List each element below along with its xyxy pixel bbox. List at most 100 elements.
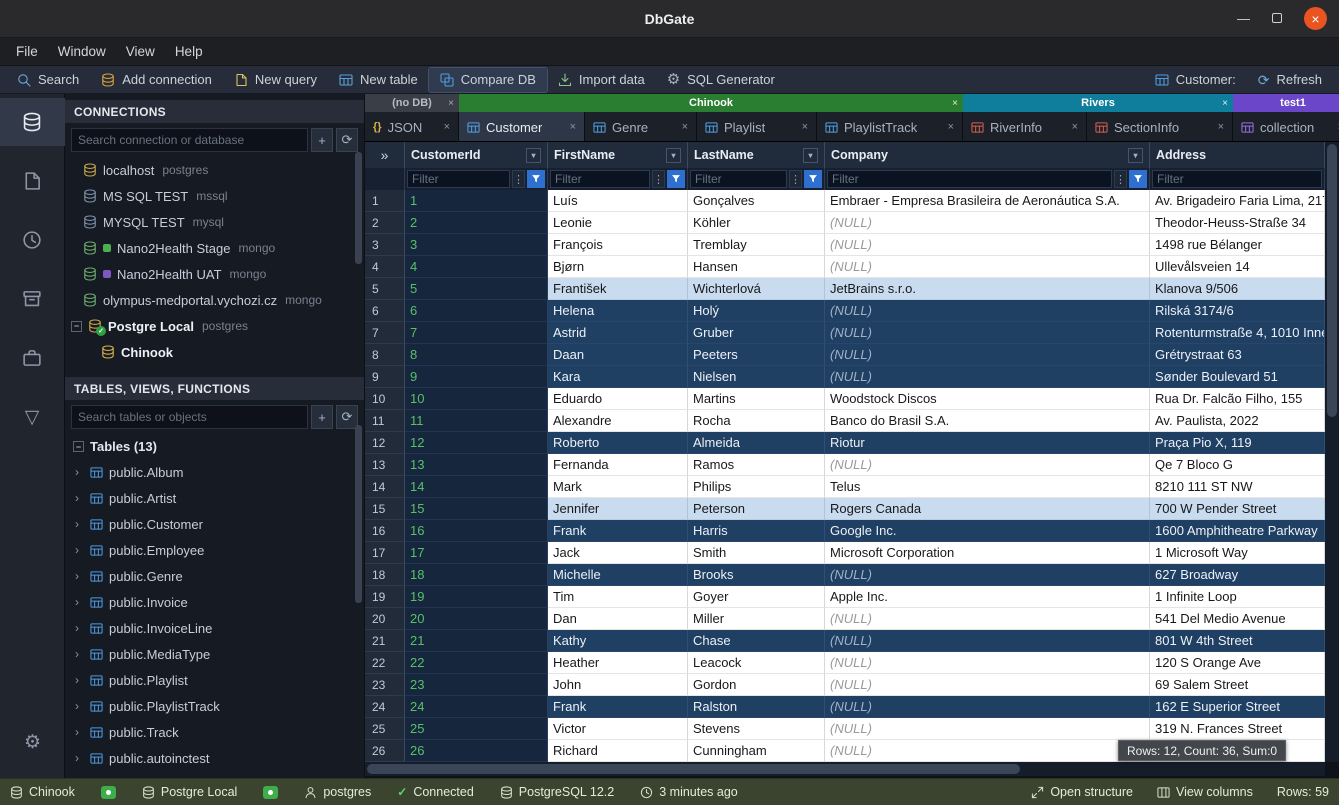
tabgroup-chinook[interactable]: Chinook×	[459, 94, 963, 112]
connection-item-ms-sql-test[interactable]: MS SQL TESTmssql	[65, 183, 364, 209]
table-item-public-employee[interactable]: ›public.Employee	[65, 537, 364, 563]
cell-customerid[interactable]: 1	[405, 190, 548, 212]
connection-item-olympus-medportal-vychozi-cz[interactable]: olympus-medportal.vychozi.czmongo	[65, 287, 364, 313]
cell-customerid[interactable]: 15	[405, 498, 548, 520]
toolbar-search[interactable]: Search	[6, 68, 90, 92]
cell-customerid[interactable]: 11	[405, 410, 548, 432]
cell-customerid[interactable]: 10	[405, 388, 548, 410]
cell-address[interactable]: Rilská 3174/6	[1150, 300, 1325, 322]
cell-lastname[interactable]: Martins	[688, 388, 825, 410]
row-number[interactable]: 13	[365, 454, 405, 476]
rail-query[interactable]: ▽	[0, 393, 65, 441]
rail-settings[interactable]: ⚙	[0, 718, 65, 766]
filter-funnel-button[interactable]	[1129, 170, 1147, 188]
cell-firstname[interactable]: John	[548, 674, 688, 696]
filter-menu-icon[interactable]: ⋮	[652, 170, 665, 188]
cell-address[interactable]: Praça Pio X, 119	[1150, 432, 1325, 454]
tab-genre[interactable]: Genre×	[585, 112, 697, 142]
cell-firstname[interactable]: Bjørn	[548, 256, 688, 278]
cell-lastname[interactable]: Holý	[688, 300, 825, 322]
cell-address[interactable]: Theodor-Heuss-Straße 34	[1150, 212, 1325, 234]
cell-firstname[interactable]: Mark	[548, 476, 688, 498]
cell-firstname[interactable]: Jennifer	[548, 498, 688, 520]
tab-collection[interactable]: collection×	[1233, 112, 1339, 142]
cell-address[interactable]: Av. Paulista, 2022	[1150, 410, 1325, 432]
database-item-chinook[interactable]: Chinook	[65, 339, 364, 365]
collapse-icon[interactable]: −	[71, 321, 82, 332]
cell-address[interactable]: Klanova 9/506	[1150, 278, 1325, 300]
close-icon[interactable]: ×	[1218, 121, 1224, 133]
filter-input-company[interactable]	[827, 170, 1112, 188]
cell-address[interactable]: 319 N. Frances Street	[1150, 718, 1325, 740]
cell-address[interactable]: 627 Broadway	[1150, 564, 1325, 586]
row-number[interactable]: 14	[365, 476, 405, 498]
filter-menu-icon[interactable]: ⋮	[789, 170, 802, 188]
cell-firstname[interactable]: Kara	[548, 366, 688, 388]
row-number[interactable]: 19	[365, 586, 405, 608]
filter-menu-icon[interactable]: ⋮	[512, 170, 525, 188]
horizontal-scrollbar[interactable]	[365, 762, 1325, 776]
minimize-button[interactable]: —	[1237, 11, 1250, 26]
connection-search-input[interactable]	[71, 128, 308, 152]
cell-firstname[interactable]: Astrid	[548, 322, 688, 344]
close-icon[interactable]: ×	[948, 121, 954, 133]
cell-firstname[interactable]: François	[548, 234, 688, 256]
cell-address[interactable]: 8210 111 ST NW	[1150, 476, 1325, 498]
cell-company[interactable]: (NULL)	[825, 256, 1150, 278]
rail-archive[interactable]	[0, 275, 65, 323]
row-number[interactable]: 24	[365, 696, 405, 718]
cell-address[interactable]: 1498 rue Bélanger	[1150, 234, 1325, 256]
table-item-public-genre[interactable]: ›public.Genre	[65, 563, 364, 589]
cell-lastname[interactable]: Wichterlová	[688, 278, 825, 300]
row-number[interactable]: 18	[365, 564, 405, 586]
table-item-public-mediatype[interactable]: ›public.MediaType	[65, 641, 364, 667]
toolbar-new-table[interactable]: New table	[328, 68, 429, 92]
table-item-public-invoiceline[interactable]: ›public.InvoiceLine	[65, 615, 364, 641]
cell-customerid[interactable]: 3	[405, 234, 548, 256]
rail-files[interactable]	[0, 157, 65, 205]
connection-item-localhost[interactable]: localhostpostgres	[65, 157, 364, 183]
cell-address[interactable]: Qe 7 Bloco G	[1150, 454, 1325, 476]
filter-input-customerid[interactable]	[407, 170, 510, 188]
cell-company[interactable]: (NULL)	[825, 300, 1150, 322]
toolbar-customer[interactable]: Customer:	[1144, 68, 1247, 92]
cell-lastname[interactable]: Brooks	[688, 564, 825, 586]
toolbar-compare-db[interactable]: Compare DB	[429, 68, 547, 92]
cell-lastname[interactable]: Harris	[688, 520, 825, 542]
cell-lastname[interactable]: Gruber	[688, 322, 825, 344]
row-number[interactable]: 1	[365, 190, 405, 212]
toolbar-import-data[interactable]: Import data	[547, 68, 656, 92]
cell-lastname[interactable]: Leacock	[688, 652, 825, 674]
tables-scrollbar-thumb[interactable]	[355, 425, 362, 603]
cell-customerid[interactable]: 2	[405, 212, 548, 234]
tab-playlisttrack[interactable]: PlaylistTrack×	[817, 112, 963, 142]
cell-company[interactable]: (NULL)	[825, 652, 1150, 674]
cell-firstname[interactable]: Richard	[548, 740, 688, 762]
cell-company[interactable]: Banco do Brasil S.A.	[825, 410, 1150, 432]
cell-company[interactable]: (NULL)	[825, 740, 1150, 762]
cell-company[interactable]: (NULL)	[825, 234, 1150, 256]
cell-address[interactable]: 700 W Pender Street	[1150, 498, 1325, 520]
grid-corner-button[interactable]: »	[365, 142, 405, 168]
horizontal-scrollbar-thumb[interactable]	[367, 764, 1020, 774]
filter-menu-icon[interactable]: ⋮	[1114, 170, 1127, 188]
cell-customerid[interactable]: 13	[405, 454, 548, 476]
refresh-connections-button[interactable]: ⟳	[336, 128, 358, 152]
cell-address[interactable]: 120 S Orange Ave	[1150, 652, 1325, 674]
cell-firstname[interactable]: Kathy	[548, 630, 688, 652]
tabgroup-test1[interactable]: test1×	[1233, 94, 1339, 112]
cell-lastname[interactable]: Gonçalves	[688, 190, 825, 212]
column-menu-icon[interactable]: ▾	[1128, 148, 1143, 163]
filter-input-address[interactable]	[1152, 170, 1322, 188]
connection-item-mysql-test[interactable]: MYSQL TESTmysql	[65, 209, 364, 235]
cell-firstname[interactable]: Roberto	[548, 432, 688, 454]
row-number[interactable]: 11	[365, 410, 405, 432]
filter-funnel-button[interactable]	[527, 170, 545, 188]
close-icon[interactable]: ×	[682, 121, 688, 133]
cell-company[interactable]: (NULL)	[825, 564, 1150, 586]
rail-history[interactable]	[0, 216, 65, 264]
cell-lastname[interactable]: Rocha	[688, 410, 825, 432]
cell-lastname[interactable]: Cunningham	[688, 740, 825, 762]
cell-lastname[interactable]: Goyer	[688, 586, 825, 608]
cell-address[interactable]: 1 Microsoft Way	[1150, 542, 1325, 564]
